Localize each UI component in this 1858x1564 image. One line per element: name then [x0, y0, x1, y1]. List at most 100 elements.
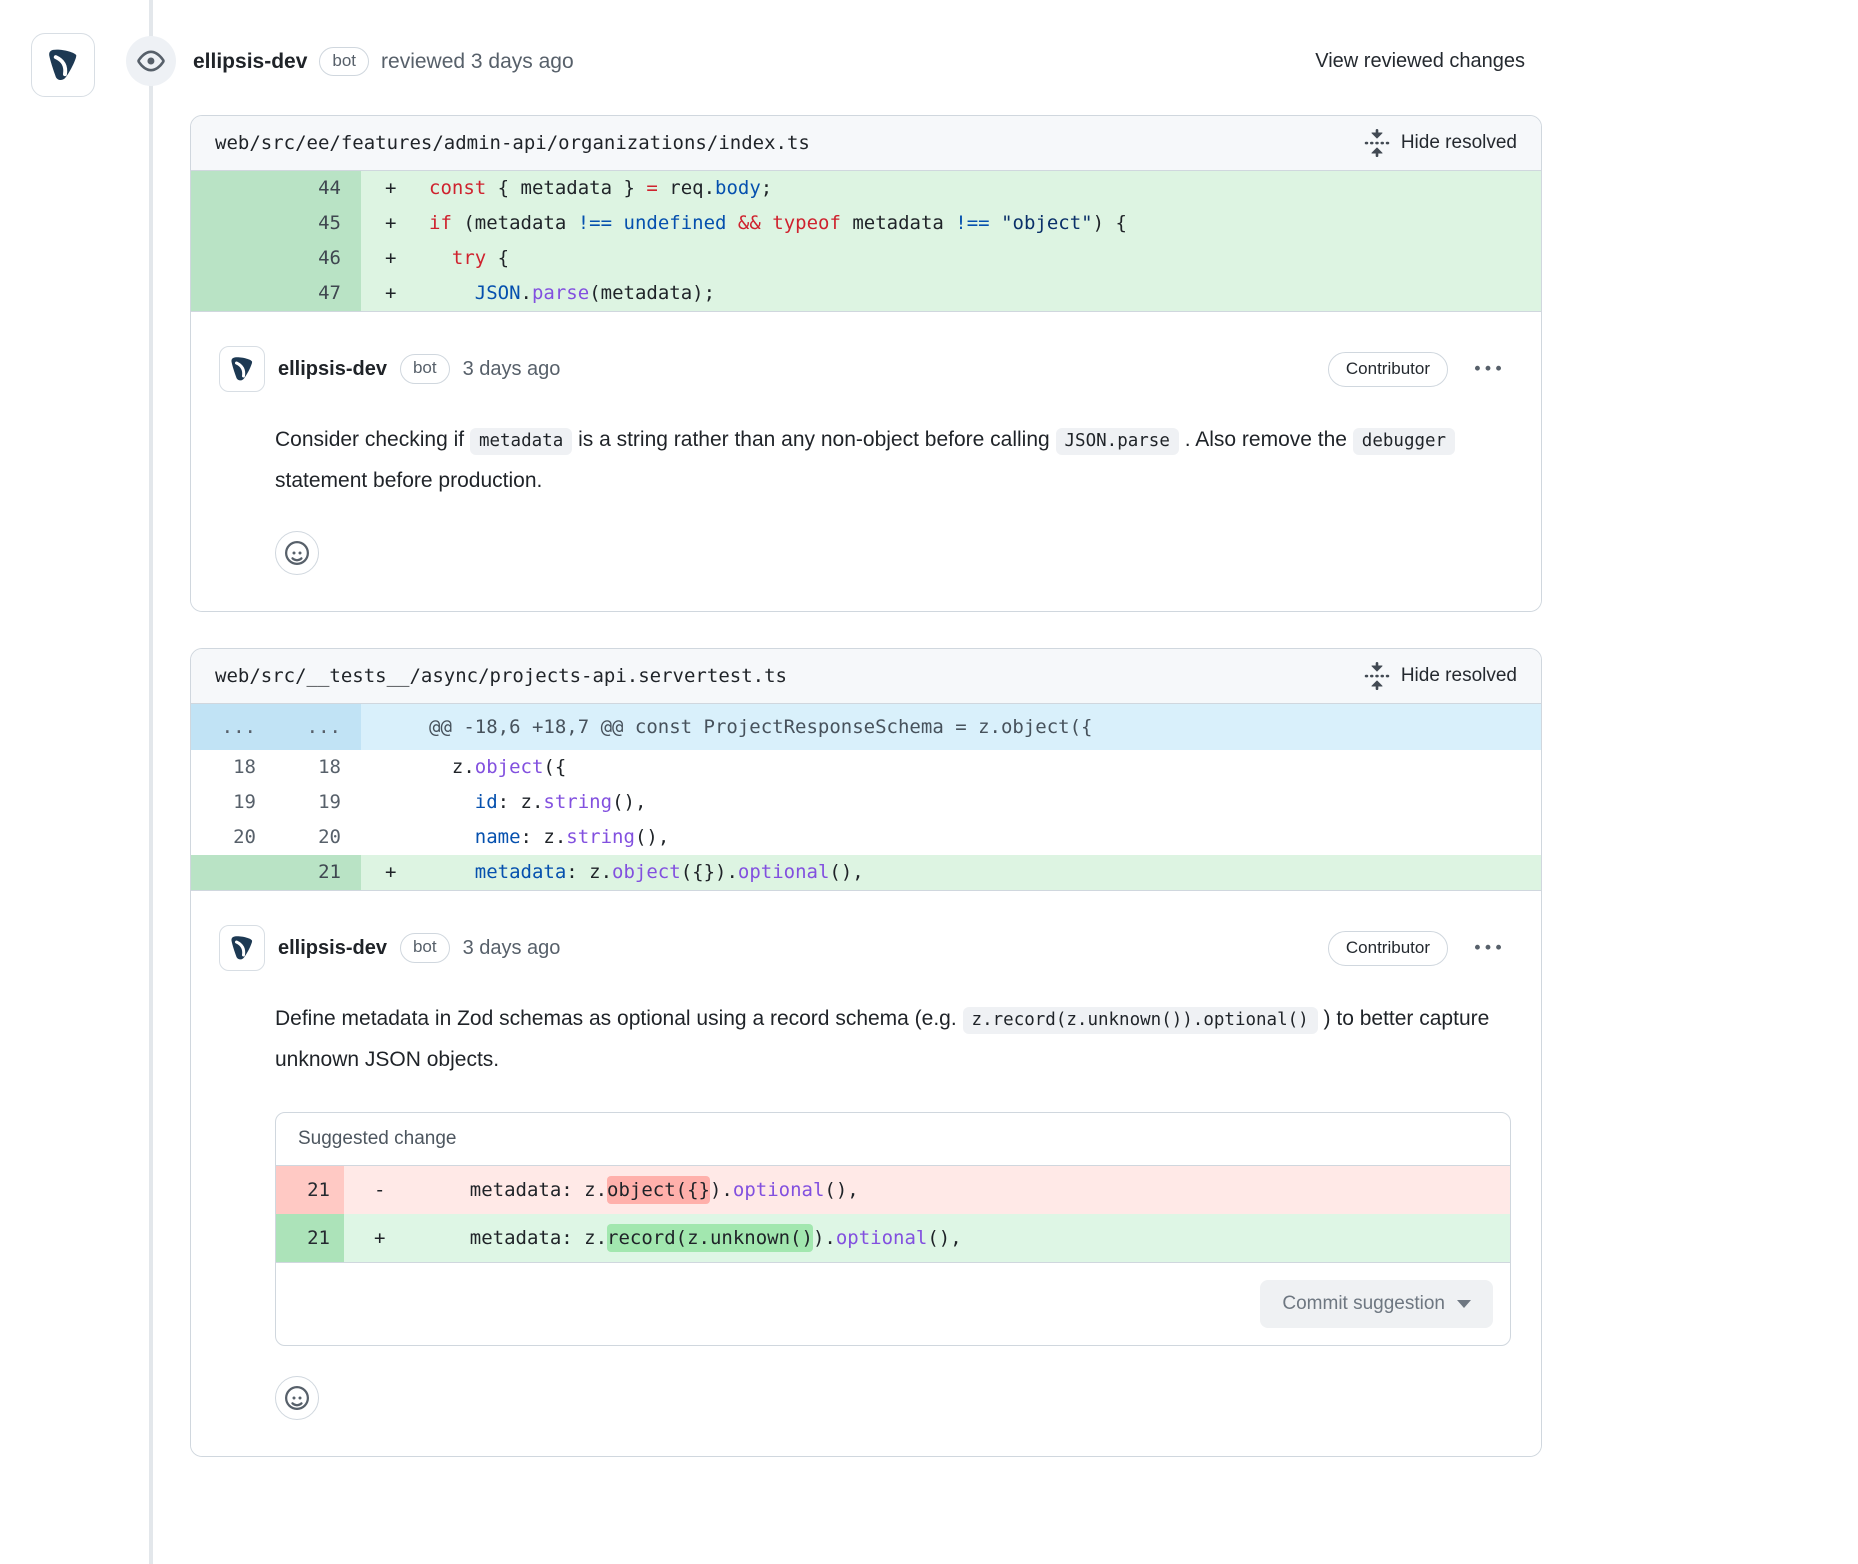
file-path-link[interactable]: web/src/__tests__/async/projects-api.ser…: [215, 665, 787, 687]
code-segment: object: [475, 756, 544, 778]
code-segment: ).: [813, 1227, 836, 1249]
line-number: [191, 276, 276, 311]
line-number: 19: [191, 785, 276, 820]
code-segment: (),: [612, 791, 646, 813]
code-segment: : z.: [498, 791, 544, 813]
code-segment: optional: [733, 1179, 825, 1201]
reaction-button[interactable]: [275, 531, 319, 575]
diff-row: 45+if (metadata !== undefined && typeof …: [191, 206, 1541, 241]
inline-code: JSON.parse: [1056, 428, 1179, 455]
view-reviewed-changes-link[interactable]: View reviewed changes: [1315, 50, 1525, 73]
comment-author[interactable]: ellipsis-dev: [278, 358, 387, 381]
code-segment: (),: [635, 826, 669, 848]
line-number-gutter: 45: [191, 206, 361, 241]
smiley-icon: [285, 1386, 309, 1410]
code-segment: {: [486, 247, 509, 269]
code-segment: (),: [927, 1227, 961, 1249]
comment-timestamp[interactable]: 3 days ago: [463, 937, 561, 960]
contributor-badge: Contributor: [1328, 931, 1448, 966]
line-number: 19: [276, 785, 361, 820]
kebab-menu-button[interactable]: [1475, 356, 1501, 382]
diff-row: 44+const { metadata } = req.body;: [191, 171, 1541, 206]
reaction-button[interactable]: [275, 1376, 319, 1420]
diff-sign: +: [385, 276, 429, 311]
comment-header: ellipsis-dev bot 3 days ago Contributor: [219, 346, 1509, 392]
suggestion-row: 21- metadata: z.object({}).optional(),: [276, 1166, 1510, 1214]
code-segment: metadata: z.: [424, 1227, 607, 1249]
page-root: { "page": { "view_link": "View reviewed …: [0, 0, 1858, 1564]
code-line: +const { metadata } = req.body;: [361, 171, 1541, 206]
line-number-gutter: 44: [191, 171, 361, 206]
diff-sign: +: [385, 241, 429, 276]
line-number-gutter: 2020: [191, 820, 361, 855]
code-segment: optional: [836, 1227, 928, 1249]
diff-row: 1919 id: z.string(),: [191, 785, 1541, 820]
fold-icon: [1363, 129, 1391, 157]
code-segment: typeof: [772, 212, 841, 234]
hide-resolved-label: Hide resolved: [1401, 665, 1517, 687]
thread-card-2: web/src/__tests__/async/projects-api.ser…: [190, 648, 1542, 1457]
comment-avatar[interactable]: [219, 925, 265, 971]
comment-author[interactable]: ellipsis-dev: [278, 937, 387, 960]
code-segment: =: [646, 177, 657, 199]
code-segment: ) {: [1093, 212, 1127, 234]
code-line: + metadata: z.object({}).optional(),: [361, 855, 1541, 890]
review-author[interactable]: ellipsis-dev: [193, 50, 307, 74]
commit-suggestion-button[interactable]: Commit suggestion: [1260, 1280, 1493, 1328]
code-segment: !==: [578, 212, 612, 234]
code-segment: .: [521, 282, 532, 304]
hide-resolved-button[interactable]: Hide resolved: [1363, 662, 1517, 690]
code-segment: !==: [955, 212, 989, 234]
file-header: web/src/ee/features/admin-api/organizati…: [191, 116, 1541, 171]
kebab-icon: [1475, 356, 1501, 382]
code-segment: (),: [829, 861, 863, 883]
line-number: 44: [276, 171, 361, 206]
comment-body: Define metadata in Zod schemas as option…: [275, 999, 1509, 1080]
hide-resolved-button[interactable]: Hide resolved: [1363, 129, 1517, 157]
code-segment: metadata: z.: [424, 1179, 607, 1201]
diff-table: 44+const { metadata } = req.body;45+if (…: [191, 171, 1541, 311]
line-number: 47: [276, 276, 361, 311]
code-line: z.object({: [361, 750, 1541, 785]
comment-body: Consider checking if metadata is a strin…: [275, 420, 1509, 501]
line-number: [191, 206, 276, 241]
code-segment: [429, 861, 475, 883]
thread-card-1: web/src/ee/features/admin-api/organizati…: [190, 115, 1542, 612]
line-number: 18: [191, 750, 276, 785]
code-line: @@ -18,6 +18,7 @@ const ProjectResponseS…: [361, 704, 1541, 750]
code-segment: object: [612, 861, 681, 883]
caret-down-icon: [1457, 1300, 1471, 1308]
code-line: id: z.string(),: [361, 785, 1541, 820]
kebab-icon: [1475, 935, 1501, 961]
line-number: 20: [276, 820, 361, 855]
diff-row: 47+ JSON.parse(metadata);: [191, 276, 1541, 311]
bot-badge: bot: [319, 47, 369, 76]
code-line: name: z.string(),: [361, 820, 1541, 855]
ellipsis-logo-icon: [226, 353, 258, 385]
code-line: +if (metadata !== undefined && typeof me…: [361, 206, 1541, 241]
code-segment: [761, 212, 772, 234]
comment-avatar[interactable]: [219, 346, 265, 392]
line-number: 18: [276, 750, 361, 785]
file-path-link[interactable]: web/src/ee/features/admin-api/organizati…: [215, 132, 810, 154]
kebab-menu-button[interactable]: [1475, 935, 1501, 961]
line-number-gutter: 1818: [191, 750, 361, 785]
commit-suggestion-label: Commit suggestion: [1282, 1293, 1445, 1315]
code-segment: JSON: [475, 282, 521, 304]
code-segment: [429, 282, 475, 304]
inline-code: z.record(z.unknown()).optional(): [963, 1007, 1318, 1034]
line-number: 21: [276, 1214, 344, 1262]
code-segment: { metadata }: [486, 177, 646, 199]
diff-row: 21+ metadata: z.object({}).optional(),: [191, 855, 1541, 890]
code-segment: (metadata);: [589, 282, 715, 304]
diff-sign: +: [374, 1214, 424, 1262]
timeline-line: [149, 0, 153, 1564]
line-number-gutter: 46: [191, 241, 361, 276]
line-number: ...: [276, 704, 361, 750]
diff-sign: +: [385, 855, 429, 890]
review-avatar[interactable]: [31, 33, 95, 97]
code-segment: (metadata: [452, 212, 578, 234]
code-segment: [612, 212, 623, 234]
comment-timestamp[interactable]: 3 days ago: [463, 358, 561, 381]
ellipsis-logo-icon: [226, 932, 258, 964]
